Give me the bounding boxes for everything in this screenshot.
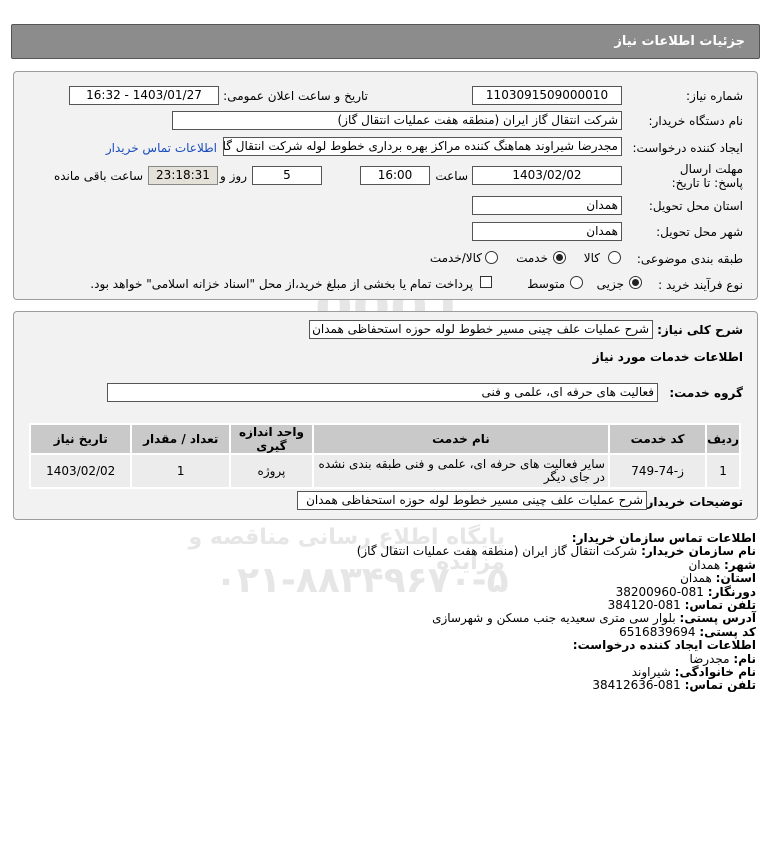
cell-quantity: 1 <box>130 453 232 489</box>
buyer-notes-label: توضیحات خریدار: <box>641 495 743 509</box>
treasury-checkbox[interactable] <box>480 276 492 288</box>
category-label: طبقه بندی موضوعی: <box>636 252 743 266</box>
process-label: نوع فرآیند خرید : <box>658 278 743 292</box>
category-option-service: خدمت <box>516 251 548 265</box>
cell-service-name: سایر فعالیت های حرفه ای، علمی و فنی طبقه… <box>311 453 610 489</box>
radio-selected-dot <box>632 279 639 286</box>
process-option-partial: جزیی <box>596 277 624 291</box>
province-label: استان محل تحویل: <box>648 199 743 213</box>
province-field: همدان <box>472 196 622 215</box>
category-radio-goods-service[interactable] <box>485 251 498 264</box>
table-row: 1 ز-74-749 سایر فعالیت های حرفه ای، علمی… <box>28 453 741 489</box>
category-radio-service[interactable] <box>553 251 566 264</box>
announce-datetime-field: 1403/01/27 - 16:32 <box>69 86 219 105</box>
deadline-label: مهلت ارسال پاسخ: تا تاریخ: <box>671 162 743 190</box>
page-header: جزئیات اطلاعات نیاز <box>11 24 760 59</box>
process-radio-medium[interactable] <box>570 276 583 289</box>
days-remaining-field: 5 <box>252 166 322 185</box>
announce-label: تاریخ و ساعت اعلان عمومی: <box>223 89 368 103</box>
creator-phone-row: تلفن تماس: 081-38412636 <box>592 678 756 693</box>
category-radio-goods[interactable] <box>608 251 621 264</box>
days-label: روز و <box>220 169 247 183</box>
category-option-goods-service: کالا/خدمت <box>429 251 482 265</box>
cell-service-code: ز-74-749 <box>607 453 708 489</box>
radio-selected-dot <box>556 254 563 261</box>
col-row: ردیف <box>705 423 741 455</box>
services-section-title: اطلاعات خدمات مورد نیاز <box>592 350 743 364</box>
requester-label: ایجاد کننده درخواست: <box>632 141 743 155</box>
page-title: جزئیات اطلاعات نیاز <box>614 34 745 49</box>
cell-need-date: 1403/02/02 <box>28 453 133 489</box>
buyer-org-field: شرکت انتقال گاز ایران (منطقه هفت عملیات … <box>172 111 622 130</box>
city-field: همدان <box>472 222 622 241</box>
contact-org-row: نام سازمان خریدار: شرکت انتقال گاز ایران… <box>356 544 756 559</box>
contact-info: اطلاعات تماس سازمان خریدار: نام سازمان خ… <box>356 531 756 693</box>
buyer-contact-link[interactable]: اطلاعات تماس خریدار <box>106 140 217 156</box>
col-unit: واحد اندازه گیری <box>229 423 314 455</box>
city-label: شهر محل تحویل: <box>656 225 743 239</box>
contact-address-row: آدرس پستی: بلوار سی متری سعیدیه جنب مسکن… <box>432 611 756 626</box>
services-table: ردیف کد خدمت نام خدمت واحد اندازه گیری ت… <box>28 423 741 489</box>
contact-province-row: استان: همدان <box>680 571 756 586</box>
table-header-row: ردیف کد خدمت نام خدمت واحد اندازه گیری ت… <box>28 423 741 455</box>
col-service-code: کد خدمت <box>607 423 708 455</box>
process-option-medium: متوسط <box>527 277 565 291</box>
remaining-time-label: ساعت باقی مانده <box>53 169 143 183</box>
deadline-time-field: 16:00 <box>360 166 430 185</box>
need-summary-field: شرح عملیات علف چینی مسیر خطوط لوله حوزه … <box>309 320 653 339</box>
contact-fax-row: دورنگار: 081-38200960 <box>615 584 756 599</box>
col-service-name: نام خدمت <box>311 423 610 455</box>
creator-title: اطلاعات ایجاد کننده درخواست: <box>572 638 756 653</box>
contact-postal-row: کد پستی: 6516839694 <box>619 624 756 639</box>
need-number-field: 1103091509000010 <box>472 86 622 105</box>
category-option-goods: کالا <box>583 251 600 265</box>
requester-field: مجدرضا شیراوند هماهنگ کننده مراکز بهره ب… <box>223 137 622 156</box>
contact-title: اطلاعات تماس سازمان خریدار: <box>571 531 756 545</box>
buyer-notes-field: شرح عملیات علف چینی مسیر خطوط لوله حوزه … <box>297 491 647 510</box>
service-group-label: گروه خدمت: <box>669 386 743 400</box>
cell-unit: پروژه <box>229 453 314 489</box>
treasury-note: پرداخت تمام یا بخشی از مبلغ خرید،از محل … <box>90 277 473 291</box>
process-radio-partial[interactable] <box>629 276 642 289</box>
col-quantity: تعداد / مقدار <box>130 423 232 455</box>
need-number-label: شماره نیاز: <box>686 89 743 103</box>
buyer-org-label: نام دستگاه خریدار: <box>648 114 744 128</box>
service-group-field: فعالیت های حرفه ای، علمی و فنی <box>107 383 658 402</box>
deadline-date-field: 1403/02/02 <box>472 166 622 185</box>
col-need-date: تاریخ نیاز <box>28 423 133 455</box>
creator-name-row: نام: مجدرضا <box>689 651 756 666</box>
remaining-time-field: 23:18:31 <box>148 166 218 185</box>
deadline-time-label: ساعت <box>435 169 468 183</box>
cell-row: 1 <box>705 453 741 489</box>
need-summary-label: شرح کلی نیاز: <box>657 323 743 337</box>
creator-family-row: نام خانوادگی: شیراوند <box>631 665 756 680</box>
contact-city-row: شهر: همدان <box>688 557 756 572</box>
